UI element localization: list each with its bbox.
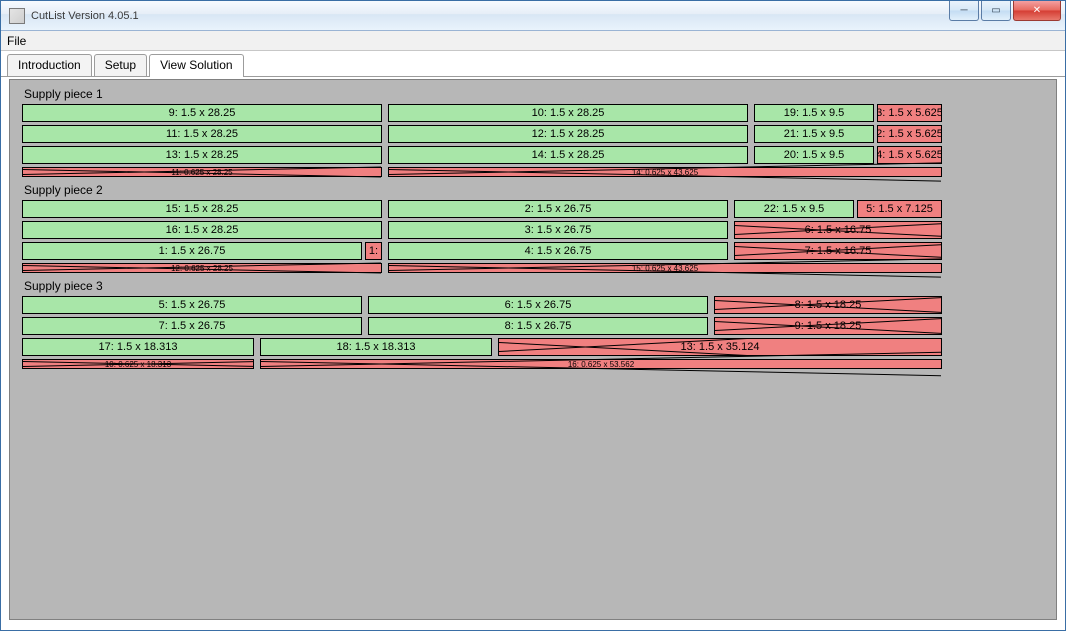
waste-row: 11: 0.625 x 28.25 14: 0.625 x 43.625 — [22, 167, 942, 177]
close-button[interactable]: ✕ — [1013, 1, 1061, 21]
cut-row: 13: 1.5 x 28.25 14: 1.5 x 28.25 20: 1.5 … — [22, 146, 942, 164]
cut-piece: 6: 1.5 x 16.75 — [734, 221, 942, 239]
menubar: File — [1, 31, 1065, 51]
cut-row: 9: 1.5 x 28.25 10: 1.5 x 28.25 19: 1.5 x… — [22, 104, 942, 122]
cut-row: 17: 1.5 x 18.313 18: 1.5 x 18.313 13: 1.… — [22, 338, 942, 356]
cut-piece: 21: 1.5 x 9.5 — [754, 125, 874, 143]
cut-row: 15: 1.5 x 28.25 2: 1.5 x 26.75 22: 1.5 x… — [22, 200, 942, 218]
cut-piece: 2: 1.5 x 26.75 — [388, 200, 728, 218]
cut-piece: 13: 1.5 x 28.25 — [22, 146, 382, 164]
cut-piece: 5: 1.5 x 26.75 — [22, 296, 362, 314]
cut-piece: 4: 1.5 x 5.625 — [877, 146, 942, 164]
waste-row: 10: 0.625 x 18.313 16: 0.625 x 53.562 — [22, 359, 942, 369]
cut-piece: 9: 1.5 x 18.25 — [714, 317, 942, 335]
cut-piece: 3: 1.5 x 5.625 — [877, 104, 942, 122]
cut-piece: 3: 1.5 x 26.75 — [388, 221, 728, 239]
cut-piece: 1: 1.5 x 26.75 — [22, 242, 362, 260]
solution-canvas: Supply piece 1 9: 1.5 x 28.25 10: 1.5 x … — [9, 79, 1057, 620]
cut-row: 5: 1.5 x 26.75 6: 1.5 x 26.75 8: 1.5 x 1… — [22, 296, 942, 314]
cut-piece: 7: 1.5 x 26.75 — [22, 317, 362, 335]
cut-piece: 15: 1.5 x 28.25 — [22, 200, 382, 218]
app-icon — [9, 8, 25, 24]
supply-piece-3: Supply piece 3 5: 1.5 x 26.75 6: 1.5 x 2… — [22, 279, 1044, 369]
window-title: CutList Version 4.05.1 — [31, 10, 139, 22]
cut-piece: 1: — [365, 242, 382, 260]
waste-row: 12: 0.625 x 28.25 15: 0.625 x 43.625 — [22, 263, 942, 273]
supply-title: Supply piece 1 — [24, 87, 1044, 101]
waste-piece: 12: 0.625 x 28.25 — [22, 263, 382, 273]
waste-piece: 15: 0.625 x 43.625 — [388, 263, 942, 273]
cut-row: 7: 1.5 x 26.75 8: 1.5 x 26.75 9: 1.5 x 1… — [22, 317, 942, 335]
cut-piece: 19: 1.5 x 9.5 — [754, 104, 874, 122]
cut-row: 11: 1.5 x 28.25 12: 1.5 x 28.25 21: 1.5 … — [22, 125, 942, 143]
supply-title: Supply piece 2 — [24, 183, 1044, 197]
cut-piece: 10: 1.5 x 28.25 — [388, 104, 748, 122]
cut-piece: 16: 1.5 x 28.25 — [22, 221, 382, 239]
tab-strip: Introduction Setup View Solution — [1, 51, 1065, 77]
cut-piece: 11: 1.5 x 28.25 — [22, 125, 382, 143]
cut-piece: 4: 1.5 x 26.75 — [388, 242, 728, 260]
cut-piece: 22: 1.5 x 9.5 — [734, 200, 854, 218]
maximize-button[interactable]: ▭ — [981, 1, 1011, 21]
waste-piece: 10: 0.625 x 18.313 — [22, 359, 254, 369]
cut-piece: 8: 1.5 x 18.25 — [714, 296, 942, 314]
supply-title: Supply piece 3 — [24, 279, 1044, 293]
supply-piece-1: Supply piece 1 9: 1.5 x 28.25 10: 1.5 x … — [22, 87, 1044, 177]
supply-piece-2: Supply piece 2 15: 1.5 x 28.25 2: 1.5 x … — [22, 183, 1044, 273]
cut-piece: 7: 1.5 x 16.75 — [734, 242, 942, 260]
cut-piece: 12: 1.5 x 28.25 — [388, 125, 748, 143]
cut-piece: 2: 1.5 x 5.625 — [877, 125, 942, 143]
cut-piece: 6: 1.5 x 26.75 — [368, 296, 708, 314]
cut-row: 16: 1.5 x 28.25 3: 1.5 x 26.75 6: 1.5 x … — [22, 221, 942, 239]
tab-introduction[interactable]: Introduction — [7, 54, 92, 76]
cut-piece: 17: 1.5 x 18.313 — [22, 338, 254, 356]
cut-row: 1: 1.5 x 26.75 1: 4: 1.5 x 26.75 7: 1.5 … — [22, 242, 942, 260]
cut-piece: 20: 1.5 x 9.5 — [754, 146, 874, 164]
tab-view-solution[interactable]: View Solution — [149, 54, 244, 77]
app-window: CutList Version 4.05.1 ─ ▭ ✕ File Introd… — [0, 0, 1066, 631]
titlebar: CutList Version 4.05.1 ─ ▭ ✕ — [1, 1, 1065, 31]
tab-setup[interactable]: Setup — [94, 54, 147, 76]
window-controls: ─ ▭ ✕ — [947, 1, 1061, 23]
cut-piece: 5: 1.5 x 7.125 — [857, 200, 942, 218]
menu-file[interactable]: File — [7, 34, 26, 48]
waste-piece: 14: 0.625 x 43.625 — [388, 167, 942, 177]
cut-piece: 8: 1.5 x 26.75 — [368, 317, 708, 335]
minimize-button[interactable]: ─ — [949, 1, 979, 21]
cut-piece: 9: 1.5 x 28.25 — [22, 104, 382, 122]
waste-piece: 16: 0.625 x 53.562 — [260, 359, 942, 369]
cut-piece: 18: 1.5 x 18.313 — [260, 338, 492, 356]
waste-piece: 11: 0.625 x 28.25 — [22, 167, 382, 177]
cut-piece: 14: 1.5 x 28.25 — [388, 146, 748, 164]
